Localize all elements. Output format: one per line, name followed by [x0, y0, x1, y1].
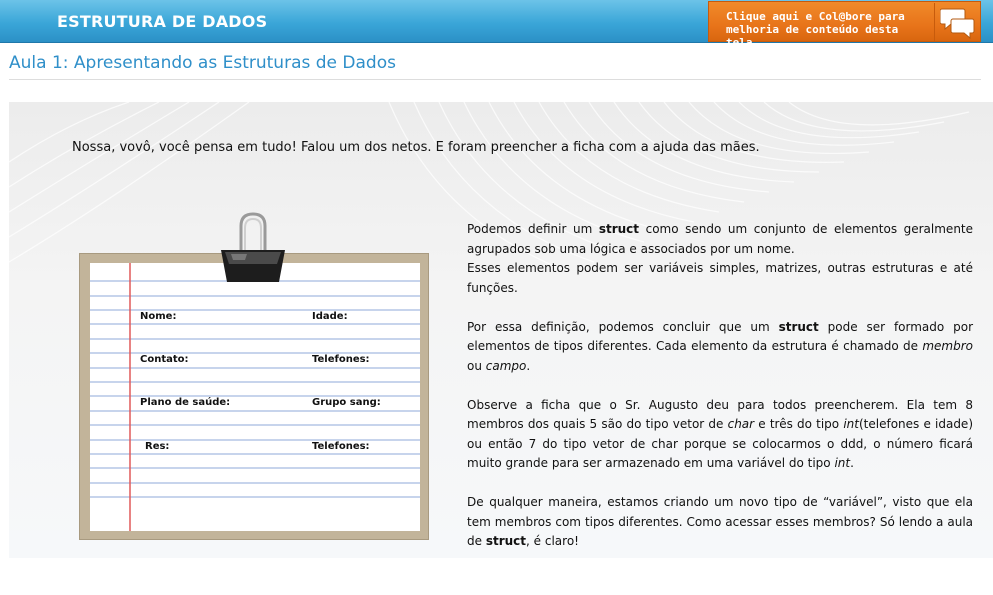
- chat-bubbles-icon: [940, 8, 975, 40]
- form-label-contato: Contato:: [140, 354, 189, 365]
- term-char: char: [727, 417, 755, 431]
- paragraph-struct-definition: Podemos definir um struct como sendo um …: [467, 220, 973, 298]
- paragraph-form-example: Observe a ficha que o Sr. Augusto deu pa…: [467, 396, 973, 474]
- collaborate-label-line2: melhoria de conteúdo desta tela: [726, 23, 899, 49]
- form-label-res: Res:: [145, 441, 170, 452]
- collaborate-icon-box[interactable]: [934, 3, 981, 41]
- clipboard-illustration: Nome: Idade: Contato: Telefones: Plano d…: [79, 253, 429, 540]
- form-sheet: Nome: Idade: Contato: Telefones: Plano d…: [90, 263, 420, 531]
- course-title: ESTRUTURA DE DADOS: [57, 12, 268, 31]
- text-span: .: [850, 456, 854, 470]
- form-label-idade: Idade:: [312, 311, 348, 322]
- term-int: int: [834, 456, 851, 470]
- text-span: Por essa definição, podemos concluir que…: [467, 319, 779, 334]
- lesson-title: Aula 1: Apresentando as Estruturas de Da…: [9, 53, 396, 73]
- intro-text: Nossa, vovô, você pensa em tudo! Falou u…: [72, 140, 760, 155]
- term-int: int: [843, 417, 859, 431]
- form-label-plano-de-saude: Plano de saúde:: [140, 397, 231, 408]
- keyword-struct: struct: [485, 534, 527, 548]
- text-span: , é claro!: [526, 534, 579, 548]
- text-span: .: [526, 358, 531, 373]
- explanation-text: Podemos definir um struct como sendo um …: [467, 220, 973, 558]
- term-membro: membro: [922, 339, 973, 353]
- text-span: e três do tipo: [754, 417, 844, 431]
- paragraph-struct-members: Por essa definição, podemos concluir que…: [467, 318, 973, 377]
- form-label-telefones: Telefones:: [312, 354, 370, 365]
- binder-clip-icon: [221, 212, 285, 282]
- collaborate-label-line1: Clique aqui e Col@bore para: [726, 10, 905, 23]
- text-span: Esses elementos podem ser variáveis simp…: [467, 261, 973, 295]
- top-bar: ESTRUTURA DE DADOS Clique aqui e Col@bor…: [0, 0, 993, 49]
- content-panel: Nossa, vovô, você pensa em tudo! Falou u…: [9, 102, 993, 558]
- form-label-telefones-res: Telefones:: [312, 441, 370, 452]
- form-label-grupo-sang: Grupo sang:: [312, 397, 381, 408]
- collaborate-button[interactable]: Clique aqui e Col@bore para melhoria de …: [708, 1, 981, 49]
- paragraph-conclusion: De qualquer maneira, estamos criando um …: [467, 493, 973, 552]
- term-campo: campo: [485, 358, 527, 373]
- title-divider: [9, 79, 981, 80]
- keyword-struct: struct: [778, 319, 819, 334]
- form-label-nome: Nome:: [140, 311, 177, 322]
- collaborate-label: Clique aqui e Col@bore para melhoria de …: [726, 10, 926, 49]
- text-span: ou: [467, 358, 486, 373]
- keyword-struct: struct: [598, 222, 640, 236]
- text-span: Podemos definir um: [467, 222, 599, 236]
